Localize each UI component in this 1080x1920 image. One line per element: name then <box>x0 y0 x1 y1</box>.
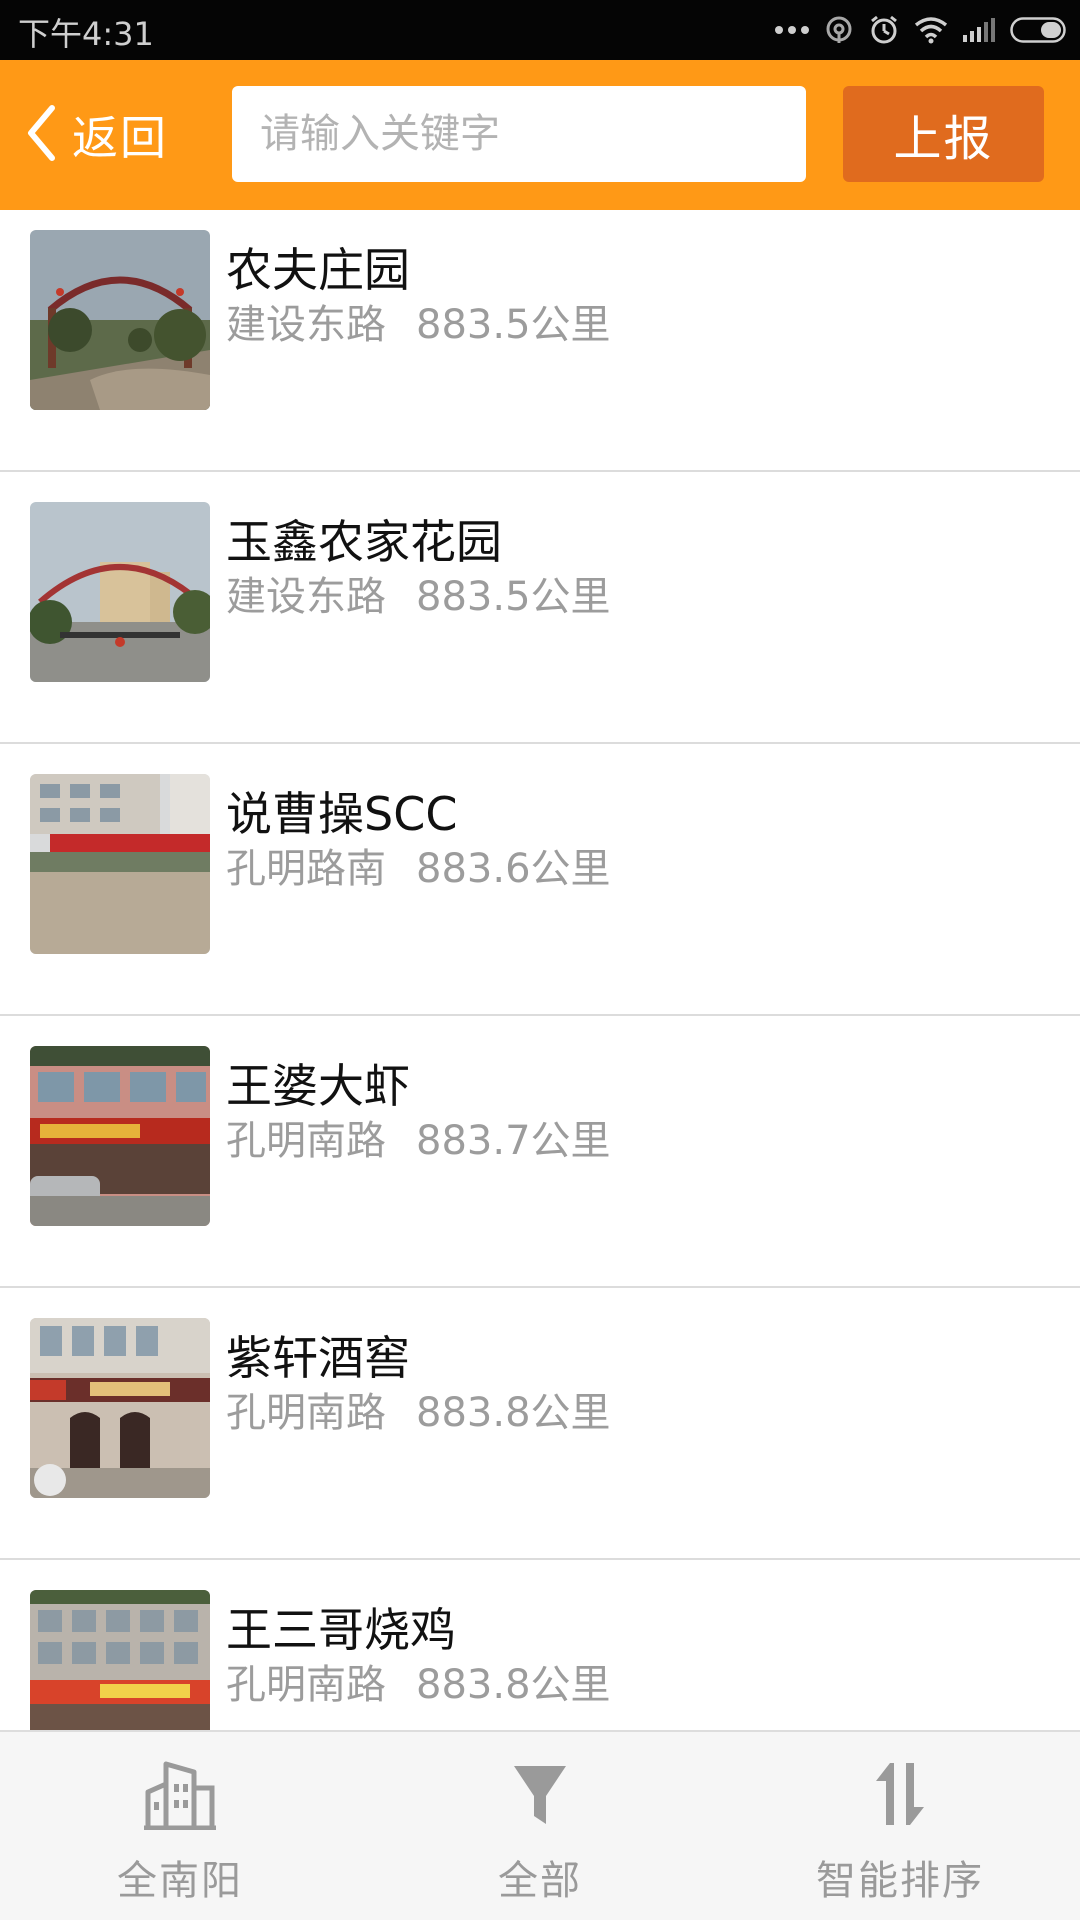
place-meta: 建设东路 883.5公里 <box>226 564 611 622</box>
place-meta: 孔明南路 883.8公里 <box>226 1652 611 1710</box>
filter-funnel-icon <box>360 1754 720 1834</box>
place-name: 紫轩酒窖 <box>226 1331 410 1385</box>
place-street: 孔明南路 <box>226 1390 386 1436</box>
place-thumbnail <box>30 1590 210 1730</box>
place-list[interactable]: 农夫庄园 建设东路 883.5公里 玉鑫农家花园 建设东路 883.5公里 说曹… <box>0 210 1080 1730</box>
place-name: 王婆大虾 <box>226 1059 410 1113</box>
list-item[interactable]: 王三哥烧鸡 孔明南路 883.8公里 <box>0 1560 1080 1730</box>
status-time: 下午4:31 <box>18 15 154 53</box>
place-name: 王三哥烧鸡 <box>226 1603 456 1657</box>
signal-ring-icon <box>824 15 854 45</box>
place-distance: 883.8公里 <box>416 1390 611 1436</box>
place-thumbnail <box>30 774 210 954</box>
status-bar: 下午4:31 <box>0 0 1080 60</box>
more-dots-icon <box>774 24 810 36</box>
alarm-icon <box>868 14 900 46</box>
search-input[interactable] <box>232 86 806 182</box>
place-thumbnail <box>30 502 210 682</box>
place-distance: 883.6公里 <box>416 846 611 892</box>
place-name: 农夫庄园 <box>226 243 410 297</box>
tab-category[interactable]: 全部 <box>360 1732 720 1920</box>
battery-icon <box>1010 17 1066 43</box>
back-button[interactable]: 返回 <box>26 100 168 170</box>
city-buildings-icon <box>0 1754 360 1834</box>
place-distance: 883.8公里 <box>416 1662 611 1708</box>
tab-category-label: 全部 <box>498 1858 582 1904</box>
place-street: 孔明南路 <box>226 1118 386 1164</box>
list-item[interactable]: 农夫庄园 建设东路 883.5公里 <box>0 210 1080 472</box>
wifi-icon <box>914 16 948 44</box>
place-thumbnail <box>30 230 210 410</box>
place-street: 建设东路 <box>226 302 386 348</box>
place-thumbnail <box>30 1318 210 1498</box>
status-icons <box>774 8 1066 52</box>
list-item[interactable]: 紫轩酒窖 孔明南路 883.8公里 <box>0 1288 1080 1560</box>
tab-sort[interactable]: 智能排序 <box>720 1732 1080 1920</box>
list-item[interactable]: 王婆大虾 孔明南路 883.7公里 <box>0 1016 1080 1288</box>
place-distance: 883.7公里 <box>416 1118 611 1164</box>
place-distance: 883.5公里 <box>416 574 611 620</box>
back-label: 返回 <box>72 111 168 165</box>
tab-sort-label: 智能排序 <box>816 1858 984 1904</box>
place-meta: 建设东路 883.5公里 <box>226 292 611 350</box>
list-item[interactable]: 玉鑫农家花园 建设东路 883.5公里 <box>0 472 1080 744</box>
list-item[interactable]: 说曹操SCC 孔明路南 883.6公里 <box>0 744 1080 1016</box>
place-street: 孔明路南 <box>226 846 386 892</box>
header-bar: 返回 上报 <box>0 60 1080 210</box>
bottom-filter-bar: 全南阳 全部 智能排序 <box>0 1730 1080 1920</box>
place-name: 说曹操SCC <box>226 787 458 841</box>
place-meta: 孔明路南 883.6公里 <box>226 836 611 894</box>
place-meta: 孔明南路 883.8公里 <box>226 1380 611 1438</box>
sort-arrows-icon <box>720 1754 1080 1834</box>
screen: 下午4:31 返回 请输入关键字 上报 农夫庄园 建设东路 883.5公里 玉鑫… <box>0 0 1080 1920</box>
place-thumbnail <box>30 1046 210 1226</box>
chevron-left-icon <box>26 105 56 165</box>
place-meta: 孔明南路 883.7公里 <box>226 1108 611 1166</box>
place-street: 孔明南路 <box>226 1662 386 1708</box>
place-name: 玉鑫农家花园 <box>226 515 502 569</box>
tab-region-label: 全南阳 <box>117 1858 243 1904</box>
cell-signal-icon <box>962 17 996 43</box>
place-street: 建设东路 <box>226 574 386 620</box>
place-distance: 883.5公里 <box>416 302 611 348</box>
report-button[interactable]: 上报 <box>843 86 1044 182</box>
tab-region[interactable]: 全南阳 <box>0 1732 360 1920</box>
